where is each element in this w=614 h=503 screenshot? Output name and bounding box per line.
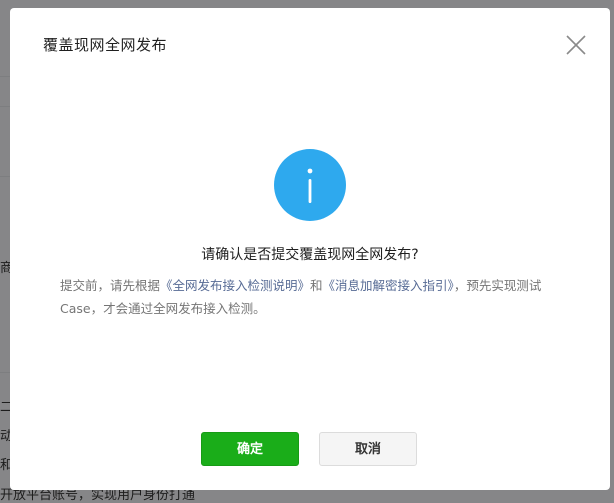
description-prefix: 提交前，请先根据 [60,278,161,293]
link-publish-detection-guide[interactable]: 《全网发布接入检测说明》 [160,278,310,293]
close-icon [566,35,586,55]
info-glyph [307,168,313,203]
confirm-button[interactable]: 确定 [201,432,299,466]
cancel-button[interactable]: 取消 [319,432,417,466]
confirm-question: 请确认是否提交覆盖现网全网发布? [201,247,419,263]
info-icon [274,149,346,221]
close-button[interactable] [564,33,588,57]
link-message-encryption-guide[interactable]: 《消息加解密接入指引》 [323,278,454,293]
publish-dialog: 覆盖现网全网发布 请确认是否提交覆盖现网全网发布? 提交前，请先根据《全网发布接… [10,8,610,490]
dialog-description: 提交前，请先根据《全网发布接入检测说明》和《消息加解密接入指引》，预先实现测试C… [60,274,560,320]
dialog-title: 覆盖现网全网发布 [43,36,168,54]
description-middle: 和 [310,278,323,293]
